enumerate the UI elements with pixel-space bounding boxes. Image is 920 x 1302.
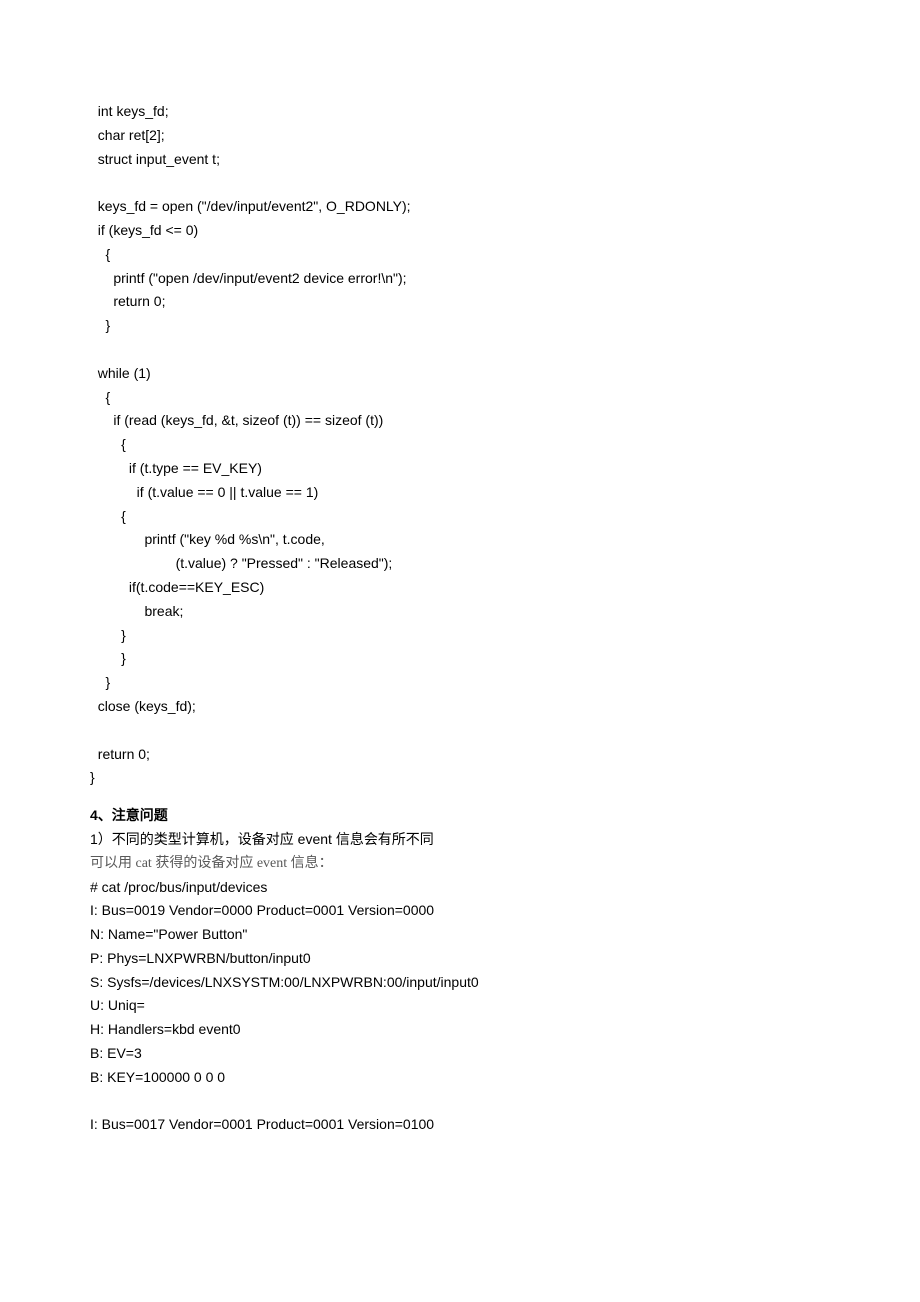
code-block: int keys_fd; char ret[2]; struct input_e… <box>90 100 830 790</box>
note-line-1: 1）不同的类型计算机，设备对应 event 信息会有所不同 <box>90 828 830 852</box>
document-page: int keys_fd; char ret[2]; struct input_e… <box>0 0 920 1302</box>
devices-output-block: # cat /proc/bus/input/devices I: Bus=001… <box>90 876 830 1138</box>
section-heading-4: 4、注意问题 <box>90 804 830 828</box>
note-line-2: 可以用 cat 获得的设备对应 event 信息： <box>90 852 830 876</box>
